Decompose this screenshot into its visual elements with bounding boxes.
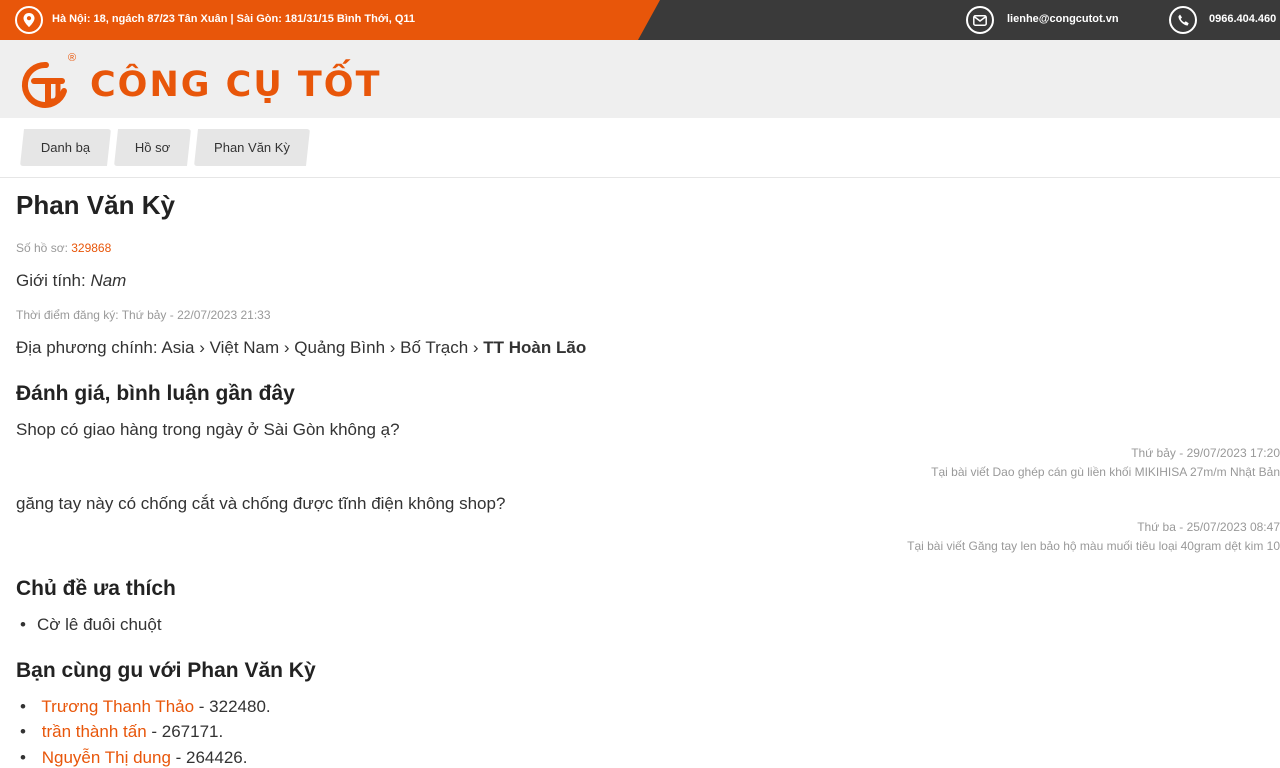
breadcrumb: Danh bạ Hồ sơ Phan Văn Kỳ xyxy=(0,118,1280,178)
breadcrumb-item-current[interactable]: Phan Văn Kỳ xyxy=(194,129,310,166)
reviews-heading: Đánh giá, bình luận gần đây xyxy=(16,382,295,405)
peer-suffix: - 267171. xyxy=(146,722,224,741)
profile-location: Địa phương chính: Asia › Việt Nam › Quản… xyxy=(16,338,586,358)
file-number-label: Số hồ sơ: xyxy=(16,241,72,255)
top-bar-phone[interactable]: 0966.404.460 xyxy=(1209,13,1276,25)
location-last: TT Hoàn Lão xyxy=(483,338,587,357)
profile-registered-at: Thời điểm đăng ký: Thứ bảy - 22/07/2023 … xyxy=(16,308,271,322)
review-date: Thứ ba - 25/07/2023 08:47 xyxy=(1137,520,1280,534)
peer-link[interactable]: Trương Thanh Thảo xyxy=(41,697,194,716)
phone-icon xyxy=(1169,6,1197,34)
peer-link[interactable]: Nguyễn Thị dung xyxy=(42,748,171,767)
page-title: Phan Văn Kỳ xyxy=(16,190,175,220)
gender-label: Giới tính: xyxy=(16,271,91,290)
review-post-link[interactable]: Tại bài viết Dao ghép cán gù liền khối M… xyxy=(931,465,1280,479)
favorite-item[interactable]: Cờ lê đuôi chuột xyxy=(20,615,162,635)
file-number-value: 329868 xyxy=(71,241,112,255)
review-text: Shop có giao hàng trong ngày ở Sài Gòn k… xyxy=(16,420,400,439)
review-text: găng tay này có chống cắt và chống được … xyxy=(16,494,506,513)
breadcrumb-item-profiles[interactable]: Hồ sơ xyxy=(114,129,191,166)
map-pin-icon xyxy=(15,6,43,34)
peer-suffix: - 264426. xyxy=(170,748,248,767)
breadcrumb-item-directory[interactable]: Danh bạ xyxy=(20,129,111,166)
gender-value: Nam xyxy=(90,271,127,290)
peer-suffix: - 322480. xyxy=(194,697,271,716)
peer-link[interactable]: trần thành tấn xyxy=(42,722,147,741)
review-date: Thứ bảy - 29/07/2023 17:20 xyxy=(1131,446,1280,460)
top-bar: Hà Nội: 18, ngách 87/23 Tân Xuân | Sài G… xyxy=(0,0,1280,40)
profile-gender: Giới tính: Nam xyxy=(16,271,126,291)
review-post-link[interactable]: Tại bài viết Găng tay len bảo hộ màu muố… xyxy=(907,539,1280,553)
registered-mark: ® xyxy=(68,52,76,64)
envelope-icon xyxy=(966,6,994,34)
favorites-heading: Chủ đề ưa thích xyxy=(16,577,176,600)
top-bar-email[interactable]: lienhe@congcutot.vn xyxy=(1007,13,1119,25)
top-bar-address: Hà Nội: 18, ngách 87/23 Tân Xuân | Sài G… xyxy=(52,13,416,25)
site-header: ® CÔNG CỤ TỐT xyxy=(0,40,1280,118)
list-item: Nguyễn Thị dung - 264426. xyxy=(20,748,248,768)
logo-icon[interactable]: ® xyxy=(16,51,76,111)
list-item: Trương Thanh Thảo - 322480. xyxy=(20,697,271,717)
brand-name[interactable]: CÔNG CỤ TỐT xyxy=(90,65,381,105)
peers-heading: Bạn cùng gu với Phan Văn Kỳ xyxy=(16,659,316,682)
location-path: Địa phương chính: Asia › Việt Nam › Quản… xyxy=(16,338,484,357)
list-item: trần thành tấn - 267171. xyxy=(20,722,223,742)
profile-file-number: Số hồ sơ: 329868 xyxy=(16,241,111,255)
